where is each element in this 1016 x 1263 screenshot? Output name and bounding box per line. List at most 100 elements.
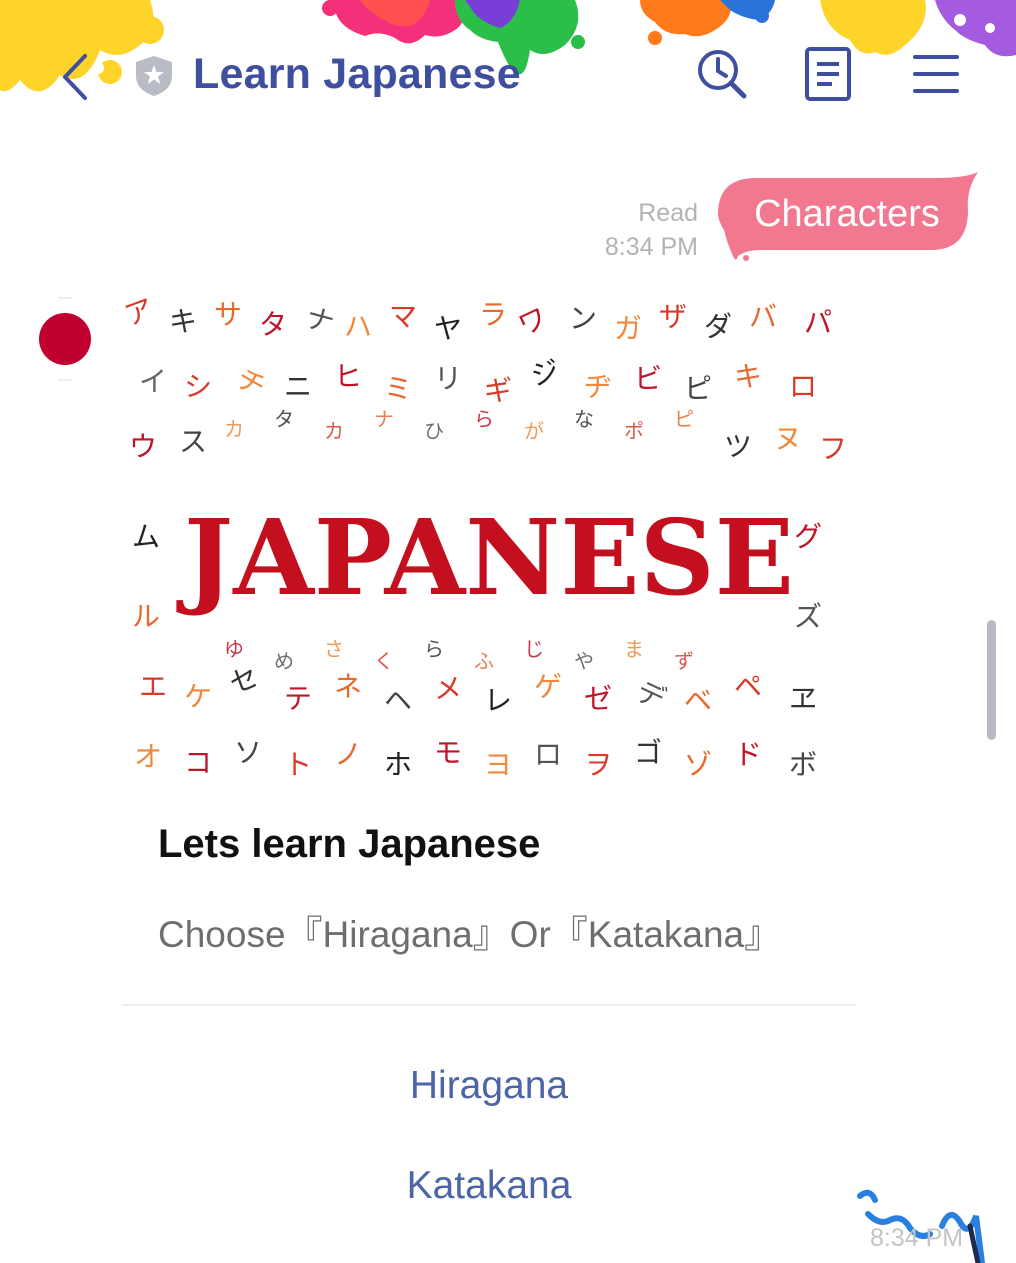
- svg-text:ゴ: ゴ: [634, 736, 662, 769]
- svg-text:ル: ル: [132, 600, 160, 633]
- clock-search-icon: [698, 50, 747, 99]
- svg-text:ペ: ペ: [734, 670, 762, 703]
- svg-text:ベ: ベ: [684, 684, 712, 717]
- read-status: Read: [638, 199, 698, 227]
- svg-text:カ: カ: [224, 417, 244, 441]
- svg-text:ウ: ウ: [129, 430, 157, 463]
- svg-text:ネ: ネ: [334, 670, 362, 703]
- svg-text:ヂ: ヂ: [584, 370, 612, 403]
- svg-text:ナ: ナ: [374, 407, 394, 431]
- svg-text:ゼ: ゼ: [584, 682, 612, 715]
- svg-text:テ: テ: [284, 682, 312, 715]
- svg-text:タ: タ: [274, 407, 294, 431]
- svg-text:エ: エ: [139, 670, 167, 703]
- svg-text:セ: セ: [225, 660, 263, 701]
- svg-text:ラ: ラ: [479, 298, 507, 331]
- chat-title: Learn Japanese: [193, 50, 521, 98]
- chat-header: Learn Japanese: [0, 40, 1016, 112]
- svg-text:デ: デ: [631, 674, 670, 716]
- message-time: 8:34 PM: [604, 233, 698, 261]
- svg-text:シ: シ: [184, 370, 212, 403]
- svg-text:イ: イ: [139, 365, 167, 398]
- notes-icon: [805, 47, 851, 101]
- svg-text:グ: グ: [794, 520, 822, 553]
- search-history-button[interactable]: [694, 46, 750, 102]
- svg-text:ら: ら: [474, 407, 494, 431]
- svg-text:く: く: [374, 649, 394, 673]
- svg-text:ピ: ピ: [674, 407, 694, 431]
- svg-text:ホ: ホ: [384, 748, 412, 781]
- svg-text:じ: じ: [524, 637, 544, 661]
- svg-text:ト: ト: [284, 748, 312, 781]
- svg-text:オ: オ: [134, 740, 162, 773]
- shield-star-icon: [136, 56, 172, 96]
- svg-text:リ: リ: [434, 362, 462, 395]
- svg-text:タ: タ: [259, 308, 287, 341]
- svg-text:ゾ: ゾ: [684, 748, 712, 781]
- svg-text:キ: キ: [734, 360, 762, 393]
- card-divider: [122, 1004, 856, 1006]
- bottom-message-time: 8:34 PM: [870, 1224, 964, 1252]
- bot-avatar[interactable]: [38, 296, 92, 382]
- svg-text:ヲ: ヲ: [584, 748, 612, 781]
- svg-text:め: め: [274, 649, 294, 673]
- svg-text:ゆ: ゆ: [224, 637, 244, 661]
- menu-icon: [913, 55, 959, 93]
- svg-text:さ: さ: [324, 637, 344, 661]
- svg-text:モ: モ: [434, 736, 462, 769]
- svg-text:ふ: ふ: [474, 649, 494, 673]
- back-arrow-icon: [63, 54, 87, 100]
- svg-text:ロ: ロ: [789, 370, 817, 403]
- svg-text:ギ: ギ: [484, 374, 512, 407]
- svg-text:メ: メ: [434, 672, 462, 705]
- svg-text:な: な: [574, 407, 594, 431]
- svg-text:ミ: ミ: [384, 372, 412, 405]
- svg-text:キ: キ: [169, 305, 197, 338]
- svg-text:ア: ア: [124, 296, 158, 333]
- sent-message-text[interactable]: Characters: [716, 178, 978, 250]
- svg-text:ヨ: ヨ: [484, 748, 512, 781]
- svg-text:バ: バ: [749, 300, 777, 333]
- scrollbar[interactable]: [987, 620, 996, 740]
- hiragana-button[interactable]: Hiragana: [124, 1064, 854, 1108]
- svg-text:ポ: ポ: [624, 419, 644, 443]
- svg-text:ケ: ケ: [184, 680, 212, 713]
- svg-text:ゲ: ゲ: [534, 670, 562, 703]
- svg-text:ハ: ハ: [344, 310, 372, 343]
- svg-text:ら: ら: [424, 637, 444, 661]
- card-image[interactable]: ア キ サ タ ナ ハ マ ヤ ラ ワ ン ガ ザ ダ バ パ イ シ チ ニ …: [124, 296, 854, 782]
- svg-text:ワ: ワ: [513, 301, 552, 343]
- svg-text:ン: ン: [569, 302, 597, 335]
- svg-text:ヱ: ヱ: [789, 682, 817, 715]
- svg-text:パ: パ: [804, 306, 832, 339]
- svg-text:ナ: ナ: [302, 301, 338, 340]
- card-image-text: JAPANESE: [176, 496, 794, 619]
- svg-text:カ: カ: [324, 419, 344, 443]
- svg-text:チ: チ: [231, 361, 272, 404]
- svg-text:ひ: ひ: [424, 419, 444, 443]
- svg-text:ピ: ピ: [684, 372, 712, 405]
- svg-text:ノ: ノ: [334, 738, 362, 771]
- back-button[interactable]: [52, 48, 98, 106]
- svg-text:ド: ド: [734, 738, 762, 771]
- svg-text:ツ: ツ: [724, 430, 752, 463]
- svg-text:ま: ま: [624, 637, 644, 661]
- svg-text:ズ: ズ: [794, 600, 822, 633]
- svg-text:や: や: [574, 649, 594, 673]
- menu-button[interactable]: [908, 46, 964, 102]
- svg-text:ソ: ソ: [234, 736, 262, 769]
- svg-text:レ: レ: [484, 684, 512, 717]
- svg-text:ロ: ロ: [534, 738, 562, 771]
- svg-text:ボ: ボ: [789, 748, 817, 781]
- svg-text:ビ: ビ: [634, 362, 662, 395]
- svg-text:ス: ス: [179, 425, 207, 458]
- svg-text:ず: ず: [674, 649, 694, 673]
- svg-text:が: が: [524, 419, 544, 443]
- svg-text:ニ: ニ: [284, 370, 312, 403]
- svg-text:ガ: ガ: [614, 312, 642, 345]
- svg-text:ダ: ダ: [704, 310, 732, 343]
- katakana-button[interactable]: Katakana: [124, 1164, 854, 1208]
- svg-text:フ: フ: [819, 432, 847, 465]
- svg-text:コ: コ: [184, 746, 212, 779]
- notes-button[interactable]: [800, 46, 856, 102]
